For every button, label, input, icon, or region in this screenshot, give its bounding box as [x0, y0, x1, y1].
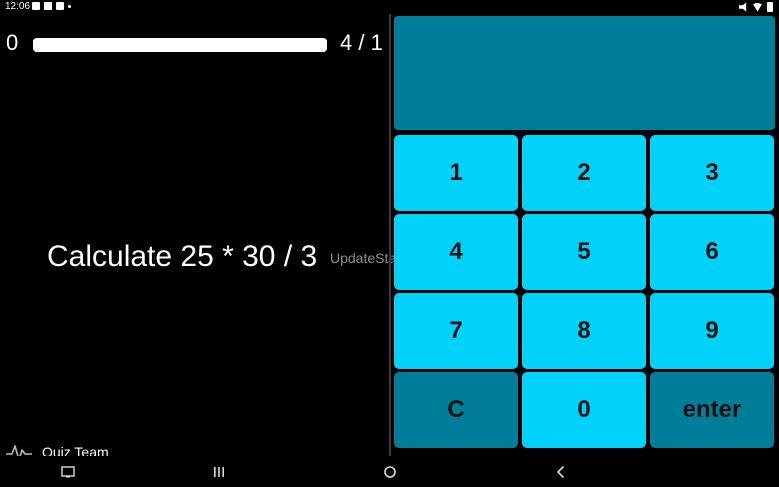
- key-label: 6: [705, 238, 719, 265]
- back-button[interactable]: [541, 456, 581, 487]
- status-left-icons: [32, 2, 71, 10]
- key-label: 1: [449, 159, 463, 186]
- key-label: 7: [449, 317, 463, 344]
- key-label: 8: [577, 317, 591, 344]
- key-8-button[interactable]: 8: [522, 293, 646, 369]
- key-label: 0: [577, 396, 591, 423]
- question-text: Calculate 25 * 30 / 3: [47, 240, 318, 273]
- mute-icon: [739, 2, 747, 12]
- screenshot-icon: [61, 465, 75, 477]
- home-button[interactable]: [370, 456, 410, 487]
- mail-icon: [44, 2, 52, 10]
- key-label: 9: [705, 317, 719, 344]
- battery-icon: [767, 2, 773, 12]
- home-icon: [384, 465, 396, 478]
- pane-divider[interactable]: [389, 14, 391, 456]
- key-2-button[interactable]: 2: [522, 135, 646, 211]
- recent-apps-button[interactable]: [199, 456, 239, 487]
- key-label: enter: [682, 396, 742, 423]
- key-c-button[interactable]: C: [394, 372, 518, 448]
- key-3-button[interactable]: 3: [650, 135, 774, 211]
- key-label: 4: [449, 238, 463, 265]
- score-counter: 0: [6, 30, 19, 55]
- key-label: 3: [705, 159, 719, 186]
- notification-dot-icon: [68, 4, 71, 8]
- key-4-button[interactable]: 4: [394, 214, 518, 290]
- key-label: C: [447, 396, 465, 423]
- status-right-icons: [739, 2, 773, 12]
- mail-icon: [56, 2, 64, 10]
- status-bar: 12:06: [0, 0, 779, 14]
- key-label: 2: [577, 159, 591, 186]
- progress-bar-fill: [33, 38, 327, 52]
- wifi-icon: [753, 2, 762, 12]
- quiz-pane: 0 4 / 1 Calculate 25 * 30 / 3 UpdateStar…: [0, 14, 430, 461]
- status-time: 12:06: [5, 1, 31, 12]
- answer-display: [394, 16, 775, 130]
- progress-bar: [33, 38, 327, 52]
- key-label: 5: [577, 238, 591, 265]
- key-enter-button[interactable]: enter: [650, 372, 774, 448]
- recent-apps-icon: [214, 466, 224, 477]
- key-6-button[interactable]: 6: [650, 214, 774, 290]
- key-5-button[interactable]: 5: [522, 214, 646, 290]
- gallery-icon: [32, 2, 40, 10]
- key-9-button[interactable]: 9: [650, 293, 774, 369]
- question-counter: 4 / 1: [340, 30, 383, 55]
- key-1-button[interactable]: 1: [394, 135, 518, 211]
- back-icon: [557, 465, 564, 478]
- key-0-button[interactable]: 0: [522, 372, 646, 448]
- navigation-bar: [0, 456, 779, 487]
- screenshot-button[interactable]: [48, 456, 88, 487]
- key-7-button[interactable]: 7: [394, 293, 518, 369]
